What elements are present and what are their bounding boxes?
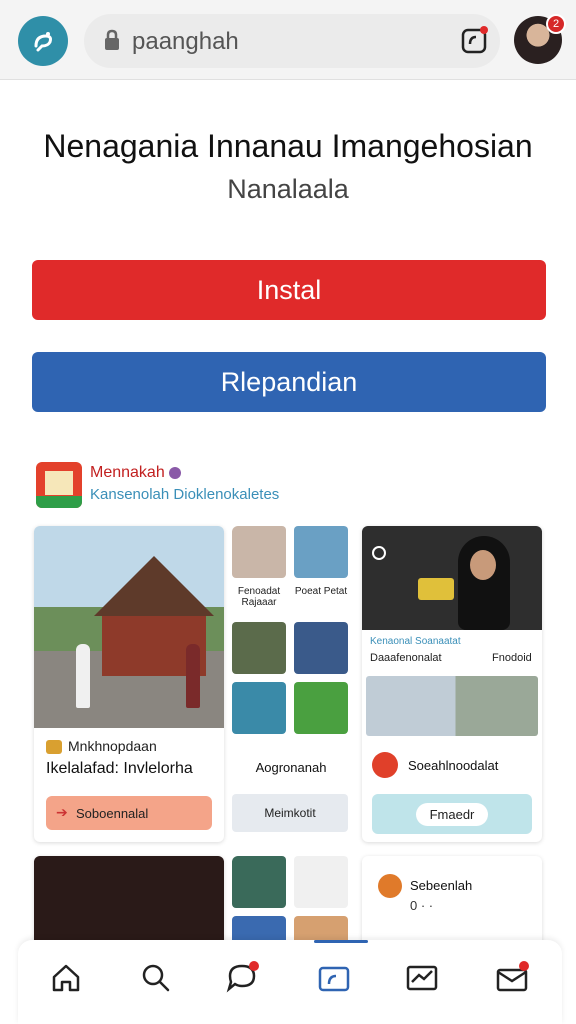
feed-logo-icon[interactable]: [36, 462, 82, 508]
inbox-icon[interactable]: [494, 960, 530, 996]
thumbnail[interactable]: [294, 856, 348, 908]
feed-card[interactable]: Mnkhnopdaan Ikelalafad: Invlelorha ➔ Sob…: [34, 526, 224, 842]
search-icon: [372, 546, 386, 560]
home-icon[interactable]: [48, 960, 84, 996]
card-caption: Aogronanah: [255, 760, 327, 775]
thumbnail[interactable]: [294, 526, 348, 578]
card-action-button[interactable]: ➔ Soboennalal: [46, 796, 212, 830]
page-title: Nenagania Innanau Imangehosian: [43, 128, 533, 164]
secondary-button[interactable]: Rlepandian: [32, 352, 546, 412]
card-action-button[interactable]: Fmaedr: [372, 794, 532, 834]
bottom-nav: [18, 940, 562, 1024]
install-button[interactable]: Instal: [32, 260, 546, 320]
card-meta: Fnodoid: [492, 652, 532, 664]
card-action-label: Fmaedr: [415, 802, 489, 826]
avatar[interactable]: 2: [514, 14, 566, 64]
search-icon[interactable]: [138, 960, 174, 996]
feed-card-grid: Fenoadat Rajaaar Poeat Petat Aogronanah …: [232, 526, 350, 842]
card-action-label: Soboennalal: [76, 805, 149, 821]
camera-icon[interactable]: [316, 960, 352, 996]
url-text[interactable]: paanghah: [132, 28, 239, 56]
mail-icon[interactable]: [404, 960, 440, 996]
thumbnail[interactable]: [232, 856, 286, 908]
card-meta: 0 · ·: [410, 898, 434, 913]
channel-icon: [378, 874, 402, 898]
address-bar[interactable]: paanghah: [84, 14, 500, 68]
app-logo-icon[interactable]: [18, 16, 68, 66]
thumbnail[interactable]: [232, 682, 286, 734]
verified-icon: [168, 466, 181, 479]
category-icon: [46, 740, 62, 754]
card-meta: Kenaonal Soanaatat: [370, 636, 461, 647]
feed-name[interactable]: Mennakah: [90, 464, 181, 482]
arrow-icon: ➔: [56, 804, 68, 820]
tabs-icon[interactable]: [458, 24, 490, 56]
chat-icon[interactable]: [224, 960, 260, 996]
active-indicator: [314, 940, 368, 943]
card-meta: Daaafenonalat: [370, 652, 442, 664]
house-photo: [34, 526, 224, 728]
thumbnail-label: Fenoadat Rajaaar: [237, 586, 281, 608]
woman-photo: [362, 526, 542, 630]
thumbnail[interactable]: [232, 526, 286, 578]
thumbnail[interactable]: [232, 622, 286, 674]
card-meta: Mnkhnopdaan: [68, 738, 157, 754]
card-action-button[interactable]: Meimkotit: [232, 794, 348, 832]
browser-toolbar: paanghah 2: [0, 0, 576, 80]
card-title: Sebeenlah: [410, 878, 473, 893]
card-title: Soeahlnoodalat: [408, 758, 499, 773]
feed-header: Mennakah Kansenolah Dioklenokaletes: [36, 460, 536, 512]
thumbnail[interactable]: [294, 622, 348, 674]
page-subtitle: Nanalaala: [227, 174, 349, 204]
lock-icon: [102, 29, 122, 51]
channel-icon: [372, 752, 398, 778]
feed-card[interactable]: Kenaonal Soanaatat Daaafenonalat Fnodoid…: [362, 526, 542, 842]
card-title: Ikelalafad: Invlelorha: [46, 760, 193, 777]
thumbnail[interactable]: [294, 682, 348, 734]
thumbnail-label: Poeat Petat: [294, 586, 348, 597]
notification-badge: 2: [546, 14, 566, 34]
feed-tagline: Kansenolah Dioklenokaletes: [90, 486, 280, 503]
office-photo: [366, 676, 538, 736]
